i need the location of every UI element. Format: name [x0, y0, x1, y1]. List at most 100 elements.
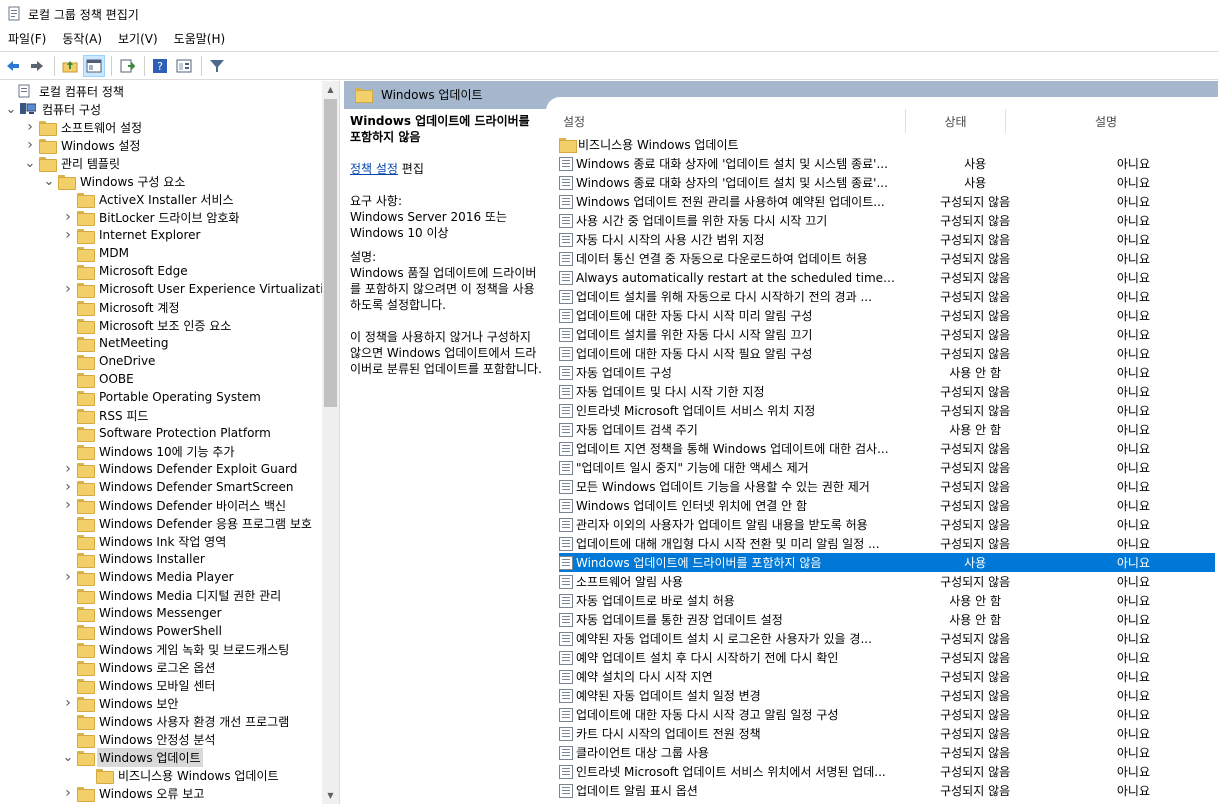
expanded-chevron-icon[interactable]: ⌄ — [5, 100, 17, 118]
policy-row[interactable]: 업데이트에 대한 자동 다시 시작 경고 알림 일정 구성 구성되지 않음 아니요 — [559, 705, 1215, 724]
collapsed-chevron-icon[interactable]: › — [62, 208, 74, 226]
policy-row[interactable]: Windows 업데이트 전원 관리를 사용하여 예약된 업데이트... 구성되지… — [559, 192, 1215, 211]
tree-item[interactable]: ⌄ Windows 업데이트 — [62, 747, 203, 767]
menu-action[interactable]: 동작(A) — [54, 28, 110, 50]
collapsed-chevron-icon[interactable]: › — [62, 280, 74, 298]
tree-item[interactable]: 로컬 컴퓨터 정책 — [2, 82, 126, 100]
tree-item[interactable]: Portable Operating System — [62, 388, 263, 406]
policy-row[interactable]: 모든 Windows 업데이트 기능을 사용할 수 있는 권한 제거 구성되지 않… — [559, 477, 1215, 496]
tree-item[interactable]: ⌄ Windows 구성 요소 — [43, 172, 187, 190]
column-header-comment[interactable]: 설명 — [1006, 109, 1206, 133]
policy-row[interactable]: "업데이트 일시 중지" 기능에 대한 액세스 제거 구성되지 않음 아니요 — [559, 458, 1215, 477]
column-header-state[interactable]: 상태 — [906, 109, 1006, 133]
collapsed-chevron-icon[interactable]: › — [62, 460, 74, 478]
collapsed-chevron-icon[interactable]: › — [62, 478, 74, 496]
policy-row[interactable]: 자동 업데이트로 바로 설치 허용 사용 안 함 아니요 — [559, 591, 1215, 610]
tree-item[interactable]: Windows Defender 응용 프로그램 보호 — [62, 514, 314, 532]
tree-item[interactable]: › Windows 보안 — [62, 694, 180, 712]
tree-item[interactable]: RSS 피드 — [62, 406, 150, 424]
menu-help[interactable]: 도움말(H) — [166, 28, 234, 50]
tree-item[interactable]: › 소프트웨어 설정 — [24, 118, 144, 136]
policy-row[interactable]: 업데이트 알림 표시 옵션 구성되지 않음 아니요 — [559, 781, 1215, 800]
policy-row[interactable]: 자동 다시 시작의 사용 시간 범위 지정 구성되지 않음 아니요 — [559, 230, 1215, 249]
tree-item[interactable]: Windows 게임 녹화 및 브로드캐스팅 — [62, 640, 291, 658]
collapsed-chevron-icon[interactable]: › — [62, 568, 74, 586]
policy-row[interactable]: 예약 업데이트 설치 후 다시 시작하기 전에 다시 확인 구성되지 않음 아니요 — [559, 648, 1215, 667]
tree-item[interactable]: ActiveX Installer 서비스 — [62, 190, 236, 208]
menu-file[interactable]: 파일(F) — [0, 28, 54, 50]
policy-row[interactable]: 업데이트에 대한 자동 다시 시작 필요 알림 구성 구성되지 않음 아니요 — [559, 344, 1215, 363]
collapsed-chevron-icon[interactable]: › — [62, 226, 74, 244]
policy-row[interactable]: 업데이트 설치를 위해 자동으로 다시 시작하기 전의 경과 ... 구성되지 않… — [559, 287, 1215, 306]
policy-row[interactable]: Windows 종료 대화 상자에 '업데이트 설치 및 시스템 종료'... 사… — [559, 154, 1215, 173]
policy-row[interactable]: Windows 업데이트 인터넷 위치에 연결 안 함 구성되지 않음 아니요 — [559, 496, 1215, 515]
tree-item[interactable]: Microsoft 계정 — [62, 298, 182, 316]
expanded-chevron-icon[interactable]: ⌄ — [43, 172, 55, 190]
policy-row[interactable]: 자동 업데이트 검색 주기 사용 안 함 아니요 — [559, 420, 1215, 439]
policy-row[interactable]: 자동 업데이트 및 다시 시작 기한 지정 구성되지 않음 아니요 — [559, 382, 1215, 401]
column-header-setting[interactable]: 설정 — [552, 109, 906, 133]
tree-item[interactable]: Windows Ink 작업 영역 — [62, 532, 228, 550]
policy-row[interactable]: 업데이트에 대한 자동 다시 시작 미리 알림 구성 구성되지 않음 아니요 — [559, 306, 1215, 325]
policy-row[interactable]: 소프트웨어 알림 사용 구성되지 않음 아니요 — [559, 572, 1215, 591]
tree-item[interactable]: Microsoft Edge — [62, 262, 190, 280]
export-list-icon[interactable] — [116, 55, 138, 77]
policy-row[interactable]: 인트라넷 Microsoft 업데이트 서비스 위치에서 서명된 업데... 구성… — [559, 762, 1215, 781]
back-arrow-icon[interactable] — [2, 55, 24, 77]
menu-view[interactable]: 보기(V) — [110, 28, 166, 50]
policy-row[interactable]: 업데이트 설치를 위한 자동 다시 시작 알림 끄기 구성되지 않음 아니요 — [559, 325, 1215, 344]
tree-item[interactable]: › Windows Defender Exploit Guard — [62, 460, 299, 478]
policy-row[interactable]: 카트 다시 시작의 업데이트 전원 정책 구성되지 않음 아니요 — [559, 724, 1215, 743]
tree-item[interactable]: OOBE — [62, 370, 136, 388]
show-hide-tree-icon[interactable] — [83, 54, 105, 77]
edit-policy-link[interactable]: 정책 설정 — [350, 162, 398, 176]
tree-item[interactable]: › Windows Media Player — [62, 568, 236, 586]
collapsed-chevron-icon[interactable]: › — [24, 136, 36, 154]
filter-icon[interactable] — [206, 55, 228, 77]
tree-item[interactable]: Windows 모바일 센터 — [62, 676, 217, 694]
expanded-chevron-icon[interactable]: ⌄ — [62, 748, 74, 766]
tree-item[interactable]: › Windows 설정 — [24, 136, 142, 154]
scroll-up-arrow-icon[interactable]: ▲ — [322, 81, 339, 98]
tree-item[interactable]: › Windows Defender SmartScreen — [62, 478, 296, 496]
tree-item[interactable]: Software Protection Platform — [62, 424, 273, 442]
policy-row[interactable]: 자동 업데이트 구성 사용 안 함 아니요 — [559, 363, 1215, 382]
policy-row[interactable]: 업데이트에 대해 개입형 다시 시작 전환 및 미리 알림 일정 ... 구성되지… — [559, 534, 1215, 553]
tree-item[interactable]: › Windows Defender 바이러스 백신 — [62, 496, 288, 514]
tree-item[interactable]: › Windows 오류 보고 — [62, 784, 206, 802]
policy-row[interactable]: Always automatically restart at the sche… — [559, 268, 1215, 287]
tree-item[interactable]: Windows Media 디지털 권한 관리 — [62, 586, 283, 604]
policy-row[interactable]: 예약 설치의 다시 시작 지연 구성되지 않음 아니요 — [559, 667, 1215, 686]
expanded-chevron-icon[interactable]: ⌄ — [24, 154, 36, 172]
policy-row[interactable]: 예약된 자동 업데이트 설치 시 로그온한 사용자가 있을 경... 구성되지 않… — [559, 629, 1215, 648]
collapsed-chevron-icon[interactable]: › — [62, 784, 74, 802]
tree-item[interactable]: Windows 10에 기능 추가 — [62, 442, 236, 460]
up-folder-icon[interactable] — [59, 55, 81, 77]
scrollbar-thumb[interactable] — [324, 99, 337, 407]
collapsed-chevron-icon[interactable]: › — [62, 694, 74, 712]
tree-item[interactable]: ⌄ 컴퓨터 구성 — [5, 100, 103, 118]
tree-scrollbar[interactable]: ▲ ▼ — [322, 81, 339, 804]
collapsed-chevron-icon[interactable]: › — [24, 118, 36, 136]
policy-row[interactable]: 자동 업데이트를 통한 권장 업데이트 설정 사용 안 함 아니요 — [559, 610, 1215, 629]
tree-item[interactable]: NetMeeting — [62, 334, 170, 352]
tree-item[interactable]: ⌄ 관리 템플릿 — [24, 154, 122, 172]
policy-row[interactable]: 데이터 통신 연결 중 자동으로 다운로드하여 업데이트 허용 구성되지 않음 아니… — [559, 249, 1215, 268]
tree-item[interactable]: 비즈니스용 Windows 업데이트 — [81, 766, 281, 784]
tree-item[interactable]: Windows 사용자 환경 개선 프로그램 — [62, 712, 291, 730]
policy-row[interactable]: 클라이언트 대상 그룹 사용 구성되지 않음 아니요 — [559, 743, 1215, 762]
policy-row[interactable]: Windows 업데이트에 드라이버를 포함하지 않음 사용 아니요 — [559, 553, 1215, 572]
tree-item[interactable]: Windows Installer — [62, 550, 207, 568]
extended-view-icon[interactable] — [173, 55, 195, 77]
scroll-down-arrow-icon[interactable]: ▼ — [322, 787, 339, 804]
tree-item[interactable]: Windows Messenger — [62, 604, 224, 622]
tree-item[interactable]: Windows PowerShell — [62, 622, 224, 640]
tree-item[interactable]: Windows 로그온 옵션 — [62, 658, 217, 676]
tree-item[interactable]: Microsoft 보조 인증 요소 — [62, 316, 233, 334]
policy-row[interactable]: 사용 시간 중 업데이트를 위한 자동 다시 시작 끄기 구성되지 않음 아니요 — [559, 211, 1215, 230]
policy-row[interactable]: Windows 종료 대화 상자의 '업데이트 설치 및 시스템 종료'... 사… — [559, 173, 1215, 192]
tree-item[interactable]: › Microsoft User Experience Virtualizatio… — [62, 280, 339, 298]
policy-row[interactable]: 관리자 이외의 사용자가 업데이트 알림 내용을 받도록 허용 구성되지 않음 아니… — [559, 515, 1215, 534]
policy-row[interactable]: 예약된 자동 업데이트 설치 일정 변경 구성되지 않음 아니요 — [559, 686, 1215, 705]
policy-row[interactable]: 업데이트 지연 정책을 통해 Windows 업데이트에 대한 검사... 구성되… — [559, 439, 1215, 458]
